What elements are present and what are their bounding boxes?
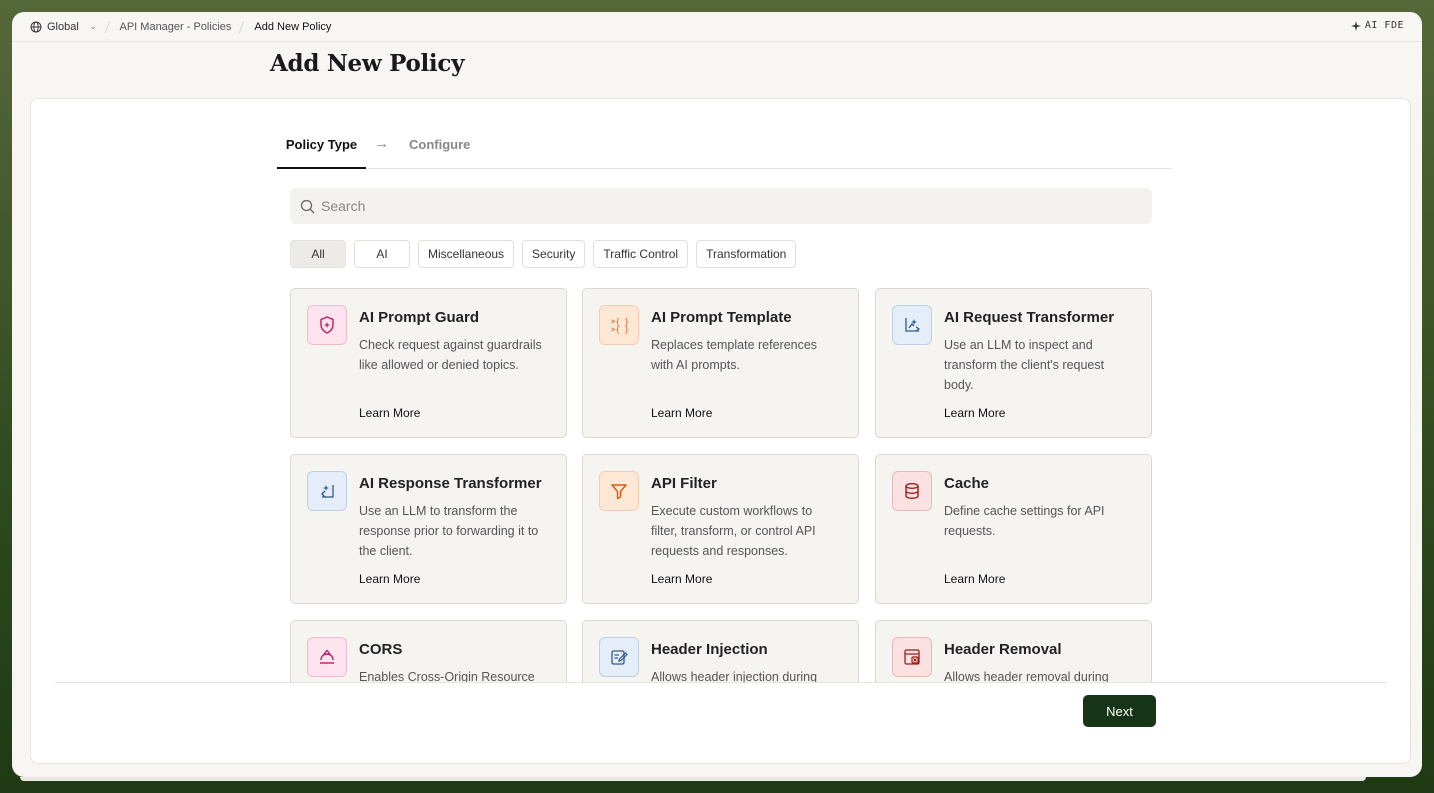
policy-title: AI Request Transformer	[944, 309, 1115, 326]
learn-more-link[interactable]: Learn More	[944, 572, 1005, 586]
breadcrumb-policies[interactable]: API Manager - Policies	[120, 21, 232, 33]
header-edit-icon	[611, 650, 628, 665]
top-bar: Global ⌄ API Manager - Policies Add New …	[12, 12, 1422, 42]
tab-configure[interactable]: Configure	[409, 137, 470, 152]
arrow-right-icon: →	[374, 135, 389, 152]
filter-all[interactable]: All	[290, 240, 346, 268]
breadcrumb-separator	[104, 20, 110, 33]
policy-icon-box	[892, 637, 932, 677]
search-bar	[290, 188, 1152, 224]
app-window: Global ⌄ API Manager - Policies Add New …	[12, 12, 1422, 777]
policy-title: AI Prompt Guard	[359, 309, 480, 326]
tab-policy-type[interactable]: Policy Type	[277, 137, 366, 169]
database-icon	[905, 483, 919, 500]
policy-card-ai-response-transformer[interactable]: AI Response Transformer Use an LLM to tr…	[290, 454, 567, 604]
request-transform-icon	[905, 318, 921, 332]
window-shadow-edge	[20, 777, 1366, 781]
funnel-icon	[611, 484, 627, 500]
search-input[interactable]	[321, 198, 1121, 214]
page-title: Add New Policy	[270, 50, 465, 77]
header-remove-icon	[904, 649, 920, 665]
filter-transformation[interactable]: Transformation	[696, 240, 797, 268]
policy-description: Use an LLM to inspect and transform the …	[944, 338, 1105, 392]
breadcrumb-separator	[239, 20, 245, 33]
learn-more-link[interactable]: Learn More	[944, 406, 1005, 420]
policy-title: Header Removal	[944, 641, 1062, 658]
filter-chips: All AI Miscellaneous Security Traffic Co…	[290, 240, 797, 268]
scope-selector[interactable]: Global ⌄	[30, 21, 97, 33]
policy-title: Header Injection	[651, 641, 768, 658]
policy-icon-box	[599, 471, 639, 511]
svg-text:>{ }: >{ }	[611, 325, 629, 334]
policy-title: Cache	[944, 475, 990, 492]
sparkle-icon	[1350, 20, 1361, 31]
policy-description: Execute custom workflows to filter, tran…	[651, 504, 816, 558]
policy-card-api-filter[interactable]: API Filter Execute custom workflows to f…	[582, 454, 859, 604]
policy-title: AI Response Transformer	[359, 475, 542, 492]
search-icon	[300, 199, 315, 213]
policy-description: Allows header removal during	[944, 670, 1109, 682]
next-button[interactable]: Next	[1083, 695, 1156, 727]
wizard-panel: Policy Type → Configure All AI Miscellan…	[30, 98, 1411, 764]
policy-card-header-injection[interactable]: Header Injection Allows header injection…	[582, 620, 859, 682]
policy-description: Use an LLM to transform the response pri…	[359, 504, 539, 558]
policy-description: Check request against guardrails like al…	[359, 338, 542, 372]
policy-description: Define cache settings for API requests.	[944, 504, 1105, 538]
policy-icon-box	[307, 637, 347, 677]
footer-divider	[55, 682, 1387, 683]
policy-icon-box	[307, 471, 347, 511]
policy-icon-box	[307, 305, 347, 345]
wizard-steps: Policy Type → Configure	[277, 99, 1172, 169]
ai-assistant-button[interactable]: AI FDE	[1350, 20, 1404, 31]
policy-title: AI Prompt Template	[651, 309, 792, 326]
ai-badge-label: AI FDE	[1364, 20, 1404, 31]
shield-sparkle-icon	[320, 316, 334, 334]
learn-more-link[interactable]: Learn More	[651, 572, 712, 586]
policy-description: Allows header injection during	[651, 670, 818, 682]
template-braces-icon: >{ }>{ }	[611, 317, 629, 334]
learn-more-link[interactable]: Learn More	[359, 572, 420, 586]
policy-grid: AI Prompt Guard Check request against gu…	[31, 288, 1410, 682]
policy-description: Enables Cross-Origin Resource	[359, 670, 535, 682]
filter-traffic-control[interactable]: Traffic Control	[593, 240, 689, 268]
policy-card-header-removal[interactable]: Header Removal Allows header removal dur…	[875, 620, 1152, 682]
policy-icon-box	[892, 305, 932, 345]
policy-card-ai-request-transformer[interactable]: AI Request Transformer Use an LLM to ins…	[875, 288, 1152, 438]
response-transform-icon	[321, 485, 334, 498]
policy-icon-box	[599, 637, 639, 677]
policy-title: CORS	[359, 641, 403, 658]
learn-more-link[interactable]: Learn More	[359, 406, 420, 420]
filter-miscellaneous[interactable]: Miscellaneous	[418, 240, 515, 268]
learn-more-link[interactable]: Learn More	[651, 406, 712, 420]
policy-title: API Filter	[651, 475, 717, 492]
policy-card-ai-prompt-template[interactable]: >{ } >{ } AI Prompt Template Replaces tem…	[582, 288, 859, 438]
cors-icon	[320, 649, 334, 664]
breadcrumb-current: Add New Policy	[254, 20, 332, 33]
policy-icon-box: >{ } >{ }	[599, 305, 639, 345]
policy-card-cors[interactable]: CORS Enables Cross-Origin Resource Learn…	[290, 620, 567, 682]
chevron-down-icon: ⌄	[89, 22, 97, 31]
policy-icon-box	[892, 471, 932, 511]
policy-card-ai-prompt-guard[interactable]: AI Prompt Guard Check request against gu…	[290, 288, 567, 438]
policy-description: Replaces template references with AI pro…	[651, 338, 818, 372]
policy-card-cache[interactable]: Cache Define cache settings for API requ…	[875, 454, 1152, 604]
filter-ai[interactable]: AI	[354, 240, 410, 268]
scope-label: Global	[47, 20, 79, 33]
globe-icon	[30, 21, 42, 32]
filter-security[interactable]: Security	[522, 240, 586, 268]
